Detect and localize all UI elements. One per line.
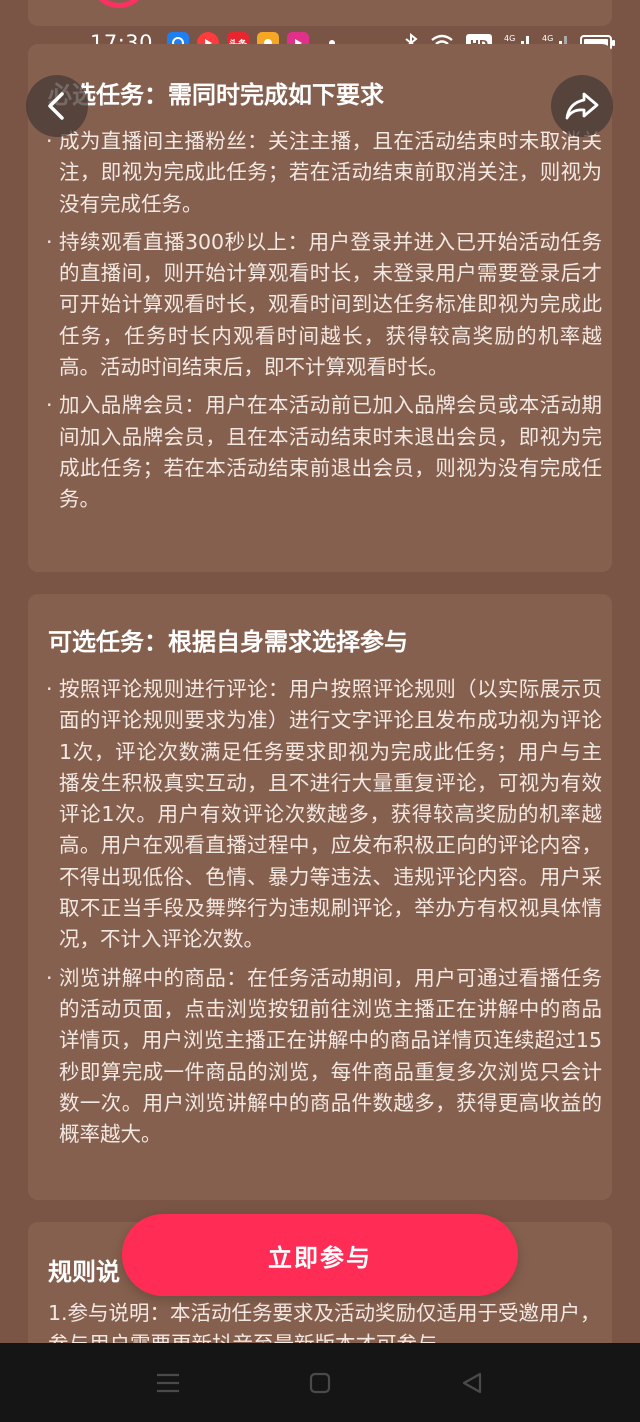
list-item: 持续观看直播300秒以上：用户登录并进入已开始活动任务的直播间，则开始计算观看时… xyxy=(46,227,602,383)
menu-icon[interactable] xyxy=(155,1370,181,1396)
back-button[interactable] xyxy=(26,75,88,137)
previous-card-edge xyxy=(28,0,612,26)
optional-tasks-title: 可选任务：根据自身需求选择参与 xyxy=(48,628,408,656)
list-item: 成为直播间主播粉丝：关注主播，且在活动结束时未取消关注，即视为完成此任务；若在活… xyxy=(46,126,602,220)
required-tasks-card: 必选任务：需同时完成如下要求 成为直播间主播粉丝：关注主播，且在活动结束时未取消… xyxy=(28,44,612,572)
optional-tasks-list: 按照评论规则进行评论：用户按照评论规则（以实际展示页面的评论规则要求为准）进行文… xyxy=(46,674,602,1157)
system-navigation-bar xyxy=(0,1343,640,1422)
list-item: 浏览讲解中的商品：在任务活动期间，用户可通过看播任务的活动页面，点击浏览按钮前往… xyxy=(46,963,602,1151)
avatar-ring-icon xyxy=(90,0,148,8)
optional-tasks-card: 可选任务：根据自身需求选择参与 按照评论规则进行评论：用户按照评论规则（以实际展… xyxy=(28,594,612,1200)
list-item: 按照评论规则进行评论：用户按照评论规则（以实际展示页面的评论规则要求为准）进行文… xyxy=(46,674,602,956)
share-button[interactable] xyxy=(551,75,613,137)
required-tasks-list: 成为直播间主播粉丝：关注主播，且在活动结束时未取消关注，即视为完成此任务；若在活… xyxy=(46,126,602,523)
required-tasks-title: 必选任务：需同时完成如下要求 xyxy=(48,81,384,109)
list-item: 加入品牌会员：用户在本活动前已加入品牌会员或本活动期间加入品牌会员，且在本活动结… xyxy=(46,390,602,515)
back-triangle-icon[interactable] xyxy=(459,1370,485,1396)
chevron-left-icon xyxy=(48,92,64,120)
home-icon[interactable] xyxy=(307,1370,333,1396)
join-now-button[interactable]: 立即参与 xyxy=(122,1214,518,1296)
rules-title: 规则说 xyxy=(48,1258,120,1286)
svg-text:4G: 4G xyxy=(504,34,515,43)
share-arrow-icon xyxy=(565,92,599,120)
svg-text:4G: 4G xyxy=(542,34,553,43)
